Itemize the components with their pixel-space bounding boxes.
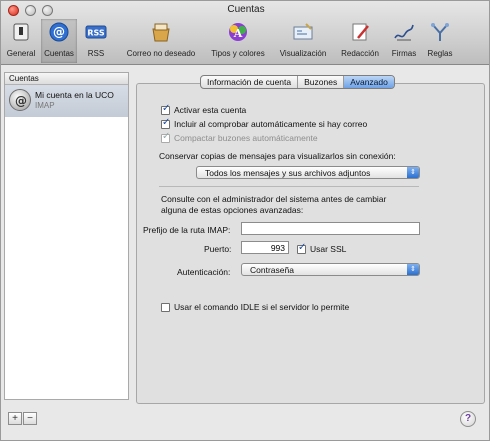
preferences-window: Cuentas General @ Cuentas RSS RSS Correo… — [0, 0, 490, 441]
admin-note-line-1: Consulte con el administrador del sistem… — [161, 194, 387, 204]
svg-text:A: A — [233, 27, 243, 40]
admin-note-line-2: alguna de estas opciones avanzadas: — [161, 205, 304, 215]
port-label: Puerto: — [204, 244, 232, 254]
rss-icon: RSS — [85, 25, 107, 39]
toolbar-junk-mail[interactable]: Correo no deseado — [119, 19, 203, 63]
activate-account-label: Activar esta cuenta — [174, 105, 247, 115]
checkbox-box[interactable] — [297, 242, 306, 254]
offline-copies-popup[interactable]: Todos los mensajes y sus archivos adjunt… — [196, 166, 420, 179]
fonts-colors-icon: A — [229, 23, 247, 41]
account-name: Mi cuenta en la UCO — [35, 90, 114, 100]
toolbar-general[interactable]: General — [3, 19, 39, 63]
account-list-item[interactable]: @ Mi cuenta en la UCO IMAP — [5, 85, 128, 117]
popup-arrows-icon: ⇕ — [407, 264, 419, 275]
svg-text:@: @ — [15, 94, 27, 108]
checkbox-box — [161, 131, 170, 143]
imap-prefix-label: Prefijo de la ruta IMAP: — [143, 225, 231, 235]
include-auto-check-label: Incluir al comprobar automáticamente si … — [174, 119, 368, 129]
tab-advanced[interactable]: Avanzado — [344, 76, 394, 88]
authentication-label: Autenticación: — [177, 267, 231, 277]
junk-mail-icon — [152, 23, 170, 42]
checkbox-box[interactable] — [161, 103, 170, 115]
toolbar-cuentas[interactable]: @ Cuentas — [41, 19, 77, 63]
svg-text:@: @ — [53, 25, 65, 39]
compact-mailboxes-checkbox: Compactar buzones automáticamente — [161, 131, 318, 144]
compact-mailboxes-label: Compactar buzones automáticamente — [174, 133, 318, 143]
composing-icon — [352, 23, 369, 41]
checkbox-box[interactable] — [161, 302, 170, 312]
toolbar-fonts-colors[interactable]: A Tipos y colores — [205, 19, 271, 63]
signature-icon — [394, 24, 414, 41]
tab-mailboxes[interactable]: Buzones — [298, 76, 345, 88]
offline-copies-label: Conservar copias de mensajes para visual… — [159, 151, 396, 161]
imap-prefix-input[interactable] — [241, 222, 420, 235]
help-button[interactable]: ? — [460, 411, 476, 427]
add-account-button[interactable]: + — [8, 412, 22, 425]
svg-text:RSS: RSS — [87, 29, 105, 38]
authentication-value: Contraseña — [250, 265, 294, 275]
toolbar-composing[interactable]: Redacción — [335, 19, 385, 63]
remove-account-button[interactable]: − — [23, 412, 37, 425]
account-at-icon: @ — [9, 89, 31, 111]
offline-copies-value: Todos los mensajes y sus archivos adjunt… — [205, 168, 371, 178]
toolbar-viewing[interactable]: Visualización — [273, 19, 333, 63]
checkbox-box[interactable] — [161, 117, 170, 129]
tab-account-info[interactable]: Información de cuenta — [201, 76, 299, 88]
toolbar: Cuentas General @ Cuentas RSS RSS Correo… — [1, 1, 489, 65]
use-ssl-checkbox[interactable]: Usar SSL — [297, 242, 347, 255]
switch-icon — [13, 23, 29, 41]
sidebar-header: Cuentas — [5, 73, 128, 85]
authentication-popup[interactable]: Contraseña ⇕ — [241, 263, 420, 276]
account-tabs: Información de cuenta Buzones Avanzado — [200, 75, 395, 89]
toolbar-rules[interactable]: Reglas — [423, 19, 457, 63]
use-ssl-label: Usar SSL — [310, 244, 347, 254]
window-title: Cuentas — [227, 4, 265, 15]
divider — [159, 186, 419, 187]
account-type: IMAP — [35, 101, 55, 110]
include-auto-check-checkbox[interactable]: Incluir al comprobar automáticamente si … — [161, 117, 368, 130]
at-sign-icon: @ — [49, 22, 69, 42]
accounts-sidebar: Cuentas @ Mi cuenta en la UCO IMAP — [4, 72, 129, 400]
popup-arrows-icon: ⇕ — [407, 167, 419, 178]
activate-account-checkbox[interactable]: Activar esta cuenta — [161, 103, 247, 116]
rules-icon — [431, 23, 449, 41]
port-input[interactable] — [241, 241, 289, 254]
toolbar-rss[interactable]: RSS RSS — [81, 19, 111, 63]
viewing-icon — [293, 23, 313, 40]
use-idle-label: Usar el comando IDLE si el servidor lo p… — [174, 302, 350, 312]
toolbar-signatures[interactable]: Firmas — [387, 19, 421, 63]
use-idle-checkbox[interactable]: Usar el comando IDLE si el servidor lo p… — [161, 301, 349, 313]
